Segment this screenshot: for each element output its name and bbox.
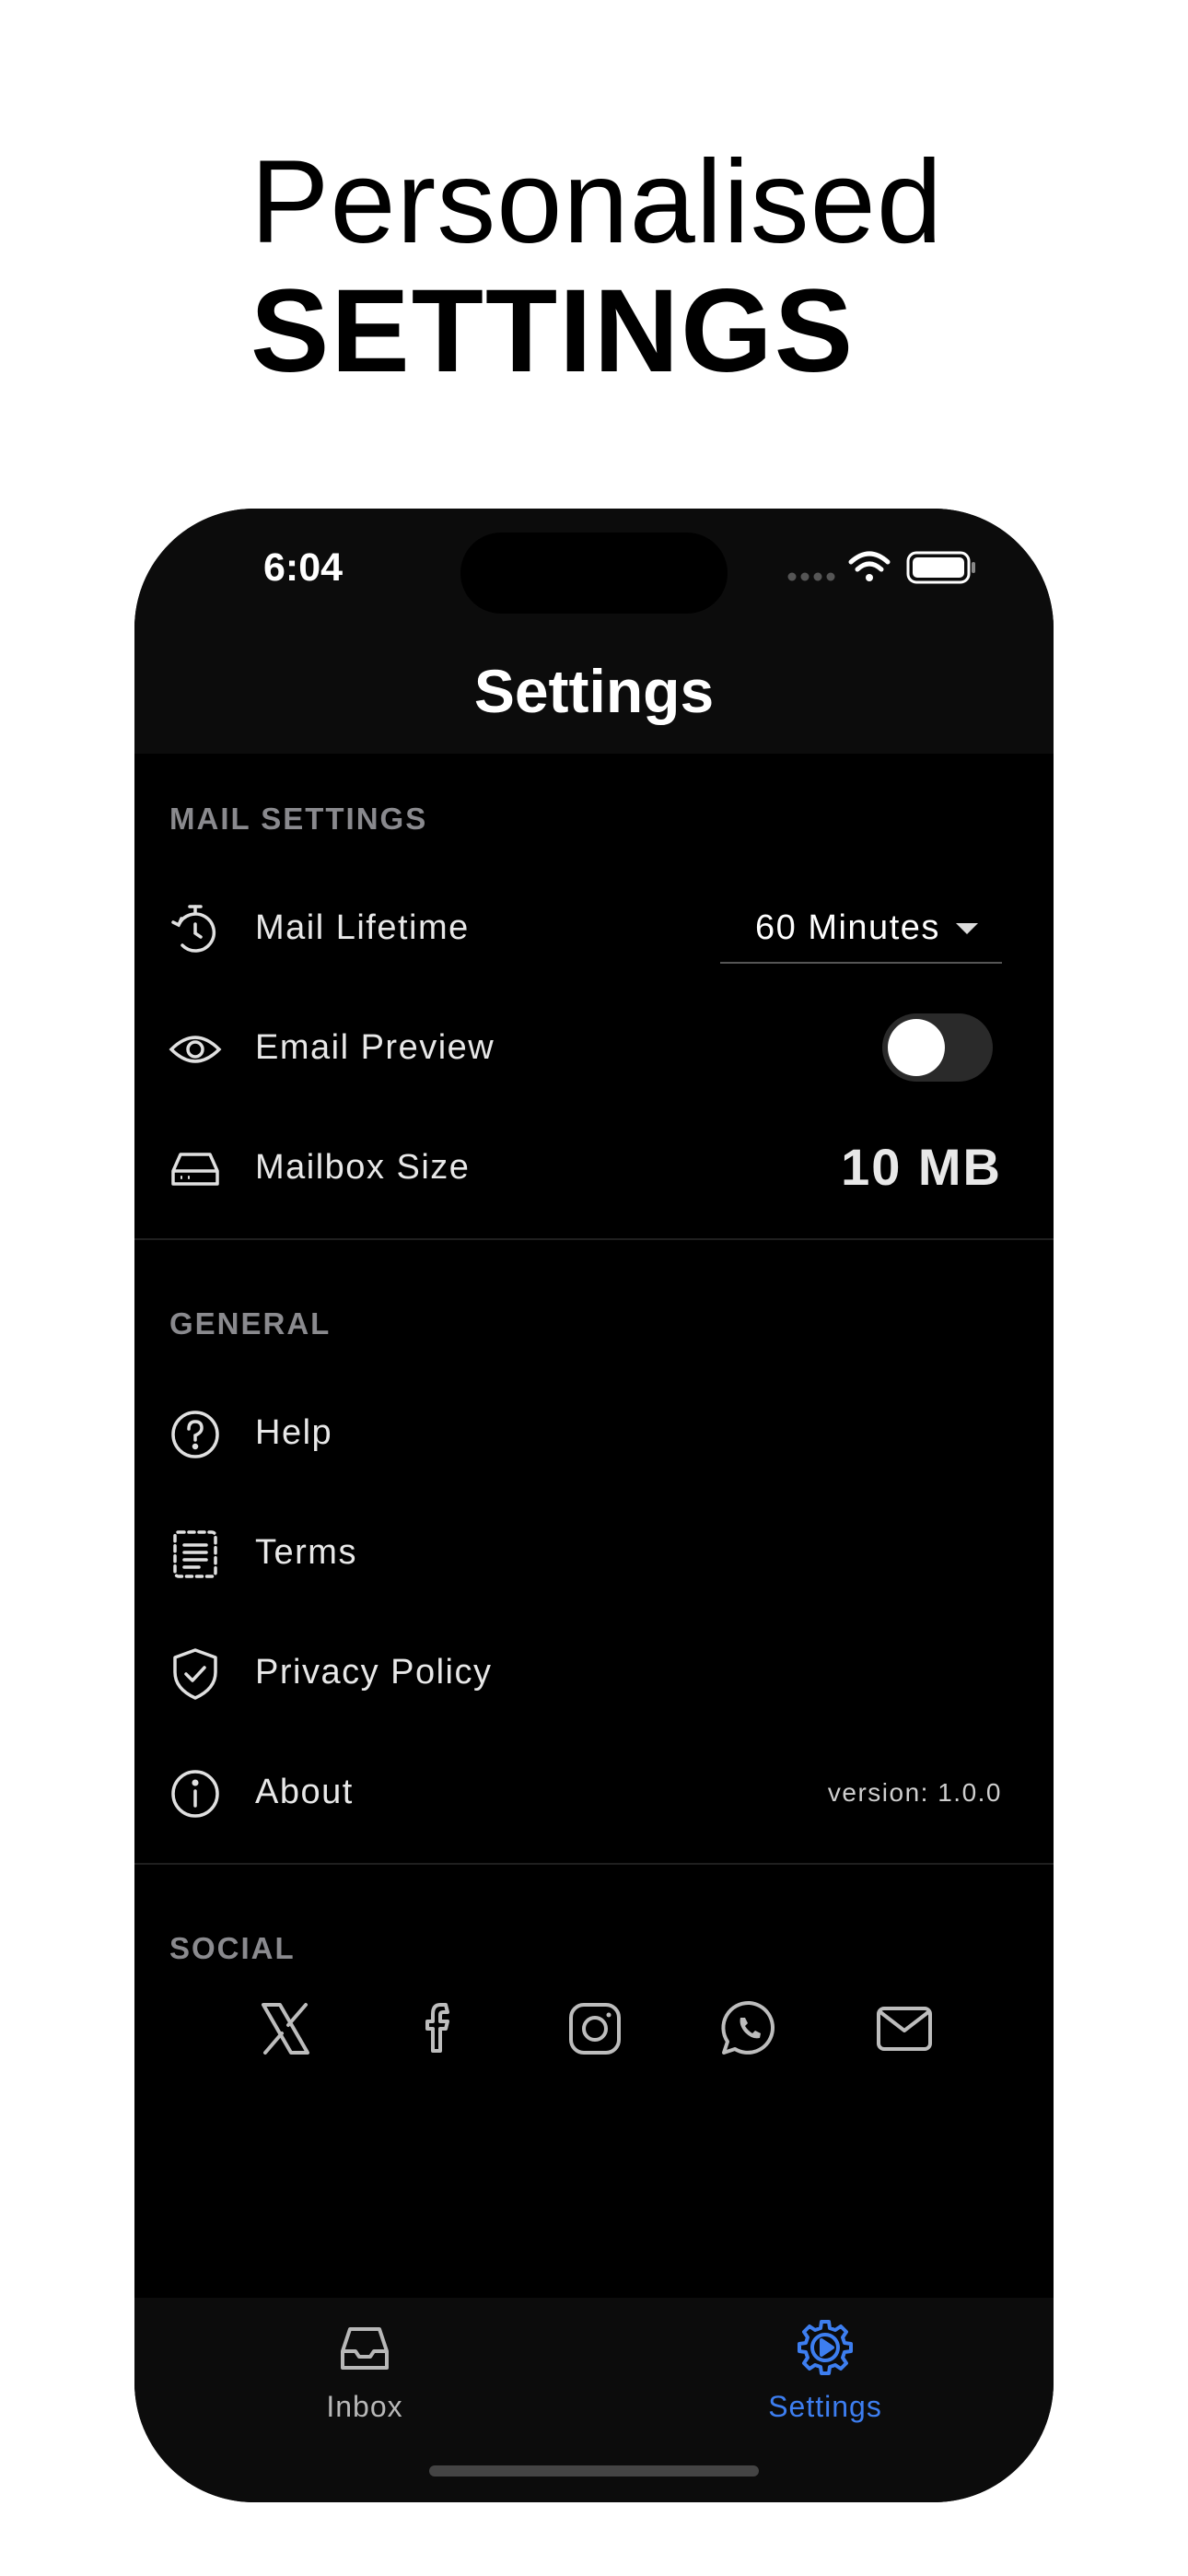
x-icon[interactable] xyxy=(249,1992,322,2066)
mailbox-size-row: Mailbox Size 10 MB xyxy=(134,1109,1054,1229)
help-row[interactable]: Help xyxy=(134,1375,1054,1494)
shield-check-icon xyxy=(168,1646,223,1702)
help-icon xyxy=(168,1407,223,1462)
mailbox-size-label: Mailbox Size xyxy=(255,1148,471,1187)
tab-settings-label: Settings xyxy=(768,2390,882,2423)
inbox-icon xyxy=(341,2327,389,2370)
mail-lifetime-dropdown[interactable]: 60 Minutes xyxy=(720,901,1002,964)
wifi-icon xyxy=(848,551,891,581)
gear-icon xyxy=(798,2320,853,2375)
tab-inbox-label: Inbox xyxy=(326,2390,403,2423)
email-preview-label: Email Preview xyxy=(255,1028,495,1067)
section-header-mail-settings: MAIL SETTINGS xyxy=(169,802,428,836)
facebook-icon[interactable] xyxy=(403,1992,477,2066)
dynamic-island xyxy=(460,533,728,614)
chevron-down-icon xyxy=(956,923,978,934)
mail-icon[interactable] xyxy=(868,1992,941,2066)
phone-frame: 6:04 Settings MAIL SETTINGS Mail Lifetim… xyxy=(134,509,1054,2502)
info-icon xyxy=(168,1766,223,1821)
about-label: About xyxy=(255,1773,354,1811)
headline-line2: SETTINGS xyxy=(250,265,856,397)
tab-settings[interactable]: Settings xyxy=(733,2318,917,2447)
privacy-policy-row[interactable]: Privacy Policy xyxy=(134,1614,1054,1734)
instagram-icon[interactable] xyxy=(558,1992,632,2066)
about-row[interactable]: About version: 1.0.0 xyxy=(134,1734,1054,1854)
home-indicator xyxy=(429,2465,759,2476)
mail-lifetime-row: Mail Lifetime 60 Minutes xyxy=(134,870,1054,989)
version-text: version: 1.0.0 xyxy=(827,1778,1002,1807)
mailbox-size-value: 10 MB xyxy=(841,1138,1002,1196)
privacy-policy-label: Privacy Policy xyxy=(255,1653,493,1692)
timer-icon xyxy=(168,902,223,957)
mail-lifetime-value: 60 Minutes xyxy=(755,908,940,947)
toggle-knob xyxy=(888,1019,945,1076)
headline-line1: Personalised xyxy=(250,136,943,268)
signal-icon xyxy=(787,572,835,581)
social-links xyxy=(134,1992,1054,2084)
navigation-bar: 6:04 Settings xyxy=(134,509,1054,754)
status-time: 6:04 xyxy=(263,545,344,590)
document-icon xyxy=(168,1527,223,1582)
section-divider xyxy=(134,1238,1054,1240)
terms-label: Terms xyxy=(255,1533,357,1572)
terms-row[interactable]: Terms xyxy=(134,1494,1054,1614)
hard-drive-icon xyxy=(168,1142,223,1197)
email-preview-row: Email Preview xyxy=(134,989,1054,1109)
tab-inbox[interactable]: Inbox xyxy=(273,2318,457,2447)
mail-lifetime-label: Mail Lifetime xyxy=(255,908,470,947)
section-header-general: GENERAL xyxy=(169,1306,332,1341)
headline: Personalised SETTINGS xyxy=(250,138,943,396)
eye-icon xyxy=(168,1022,223,1077)
email-preview-toggle[interactable] xyxy=(882,1013,993,1082)
help-label: Help xyxy=(255,1413,333,1452)
section-header-social: SOCIAL xyxy=(169,1931,296,1965)
page-title: Settings xyxy=(473,657,715,725)
whatsapp-icon[interactable] xyxy=(713,1992,786,2066)
battery-icon xyxy=(906,551,975,584)
status-icons xyxy=(787,551,975,584)
section-divider xyxy=(134,1863,1054,1865)
